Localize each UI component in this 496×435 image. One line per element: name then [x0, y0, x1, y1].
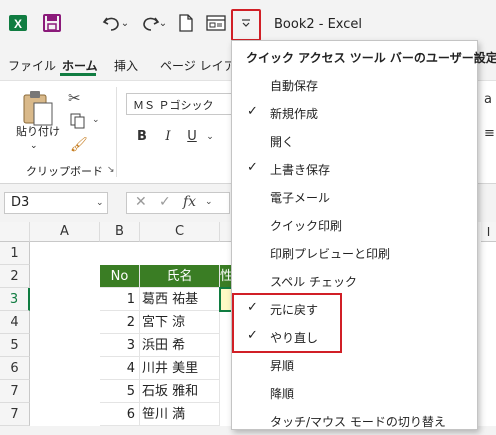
- excel-logo-icon: X: [6, 11, 30, 35]
- table-cell-no[interactable]: 5: [100, 380, 140, 403]
- row-header[interactable]: 7: [0, 403, 30, 426]
- tab-insert[interactable]: 挿入: [114, 57, 138, 74]
- table-cell-no[interactable]: 3: [100, 334, 140, 357]
- table-cell-name[interactable]: 石坂 雅和: [140, 380, 220, 403]
- new-file-icon[interactable]: [174, 11, 198, 35]
- formula-buttons: ✕ ✓ fx ⌄: [126, 192, 230, 214]
- table-cell-no[interactable]: 6: [100, 403, 140, 426]
- undo-redo-highlight: [232, 293, 342, 353]
- clipboard-launcher-icon[interactable]: ↘: [107, 165, 115, 175]
- row-header[interactable]: 6: [0, 357, 30, 380]
- column-header-partial[interactable]: I: [481, 222, 496, 242]
- menu-item-label: 昇順: [270, 359, 295, 373]
- menu-item-print-preview[interactable]: 印刷プレビューと印刷: [233, 239, 477, 267]
- menu-item-label: 電子メール: [270, 191, 331, 205]
- cut-icon[interactable]: ✂: [68, 89, 81, 107]
- tab-home[interactable]: ホーム: [62, 57, 98, 74]
- menu-item-label: クイック印刷: [270, 219, 343, 233]
- font-name-box[interactable]: ＭＳ Ｐゴシック: [126, 93, 236, 115]
- paste-label[interactable]: 貼り付け: [16, 123, 60, 139]
- bold-button[interactable]: B: [132, 127, 152, 147]
- menu-item-label: タッチ/マウス モードの切り替え: [270, 415, 446, 429]
- checkmark-icon: ✓: [247, 104, 258, 119]
- menu-item-label: 自動保存: [270, 79, 319, 93]
- table-cell-name[interactable]: 葛西 祐基: [140, 288, 220, 311]
- menu-item-touch-mouse-mode[interactable]: タッチ/マウス モードの切り替え: [233, 407, 477, 435]
- row-header[interactable]: 5: [0, 334, 30, 357]
- row-header[interactable]: 4: [0, 311, 30, 334]
- menu-item-label: 上書き保存: [270, 163, 331, 177]
- column-header-b[interactable]: B: [100, 222, 140, 242]
- menu-item-email[interactable]: 電子メール: [233, 183, 477, 211]
- table-cell-no[interactable]: 1: [100, 288, 140, 311]
- undo-dropdown-icon[interactable]: ⌄: [118, 11, 132, 35]
- customize-qat-menu: クイック アクセス ツール バーのユーザー設定 自動保存 ✓ 新規作成開く ✓ 上書き保…: [231, 40, 496, 430]
- tab-file[interactable]: ファイル: [8, 57, 56, 74]
- checkmark-icon: ✓: [247, 160, 258, 175]
- fx-dropdown-icon[interactable]: ⌄: [205, 197, 213, 207]
- table-cell-no[interactable]: 2: [100, 311, 140, 334]
- insert-function-button[interactable]: fx: [183, 194, 196, 210]
- italic-button[interactable]: I: [158, 127, 178, 147]
- ribbon-partial-glyph: ≡: [484, 126, 495, 141]
- cancel-icon[interactable]: ✕: [135, 194, 147, 210]
- row-header[interactable]: 7: [0, 380, 30, 403]
- header-cell-no[interactable]: No: [100, 265, 140, 288]
- menu-item-label: 降順: [270, 387, 295, 401]
- menu-item-label: 印刷プレビューと印刷: [270, 247, 391, 261]
- ribbon-partial-glyph: a: [484, 92, 492, 107]
- name-box-dropdown-icon[interactable]: ⌄: [96, 198, 104, 208]
- paste-dropdown-icon[interactable]: ⌄: [30, 141, 38, 151]
- row-header[interactable]: 1: [0, 242, 30, 265]
- underline-button[interactable]: U: [182, 127, 202, 147]
- copy-dropdown-icon[interactable]: ⌄: [92, 115, 100, 125]
- redo-dropdown-icon[interactable]: ⌄: [156, 11, 170, 35]
- table-cell-no[interactable]: 4: [100, 357, 140, 380]
- format-painter-icon[interactable]: 🖌: [70, 137, 88, 153]
- menu-item-new[interactable]: ✓ 新規作成: [233, 99, 477, 127]
- table-cell-name[interactable]: 浜田 希: [140, 334, 220, 357]
- menu-item-label: 開く: [270, 135, 295, 149]
- menu-item-save[interactable]: ✓ 上書き保存: [233, 155, 477, 183]
- qat-customize-highlight: [231, 9, 261, 41]
- underline-dropdown-icon[interactable]: ⌄: [200, 127, 220, 147]
- table-cell-name[interactable]: 宮下 涼: [140, 311, 220, 334]
- menu-item-sort-ascending[interactable]: 昇順: [233, 351, 477, 379]
- menu-item-spelling[interactable]: スペル チェック: [233, 267, 477, 295]
- menu-item-label: スペル チェック: [270, 275, 357, 289]
- copy-icon[interactable]: [70, 113, 86, 129]
- svg-text:X: X: [14, 17, 22, 31]
- select-all-corner[interactable]: [0, 222, 30, 242]
- menu-item-sort-descending[interactable]: 降順: [233, 379, 477, 407]
- row-header[interactable]: 3: [0, 288, 30, 311]
- column-header-c[interactable]: C: [140, 222, 220, 242]
- menu-item-open[interactable]: 開く: [233, 127, 477, 155]
- active-tab-indicator: [60, 73, 96, 76]
- clipboard-group-label: クリップボード: [26, 165, 103, 178]
- header-cell-name[interactable]: 氏名: [140, 265, 220, 288]
- menu-title: クイック アクセス ツール バーのユーザー設定: [246, 51, 496, 65]
- name-box[interactable]: D3: [4, 192, 108, 214]
- menu-item-label: 新規作成: [270, 107, 319, 121]
- table-cell-name[interactable]: 笹川 満: [140, 403, 220, 426]
- table-cell-name[interactable]: 川井 美里: [140, 357, 220, 380]
- column-header-a[interactable]: A: [30, 222, 100, 242]
- save-icon[interactable]: [40, 11, 64, 35]
- group-divider: [116, 87, 117, 177]
- menu-item-autosave[interactable]: 自動保存: [233, 71, 477, 99]
- row-header[interactable]: 2: [0, 265, 30, 288]
- enter-icon[interactable]: ✓: [159, 194, 171, 210]
- menu-item-quick-print[interactable]: クイック印刷: [233, 211, 477, 239]
- window-title: Book2 - Excel: [274, 17, 363, 32]
- form-icon[interactable]: [204, 11, 228, 35]
